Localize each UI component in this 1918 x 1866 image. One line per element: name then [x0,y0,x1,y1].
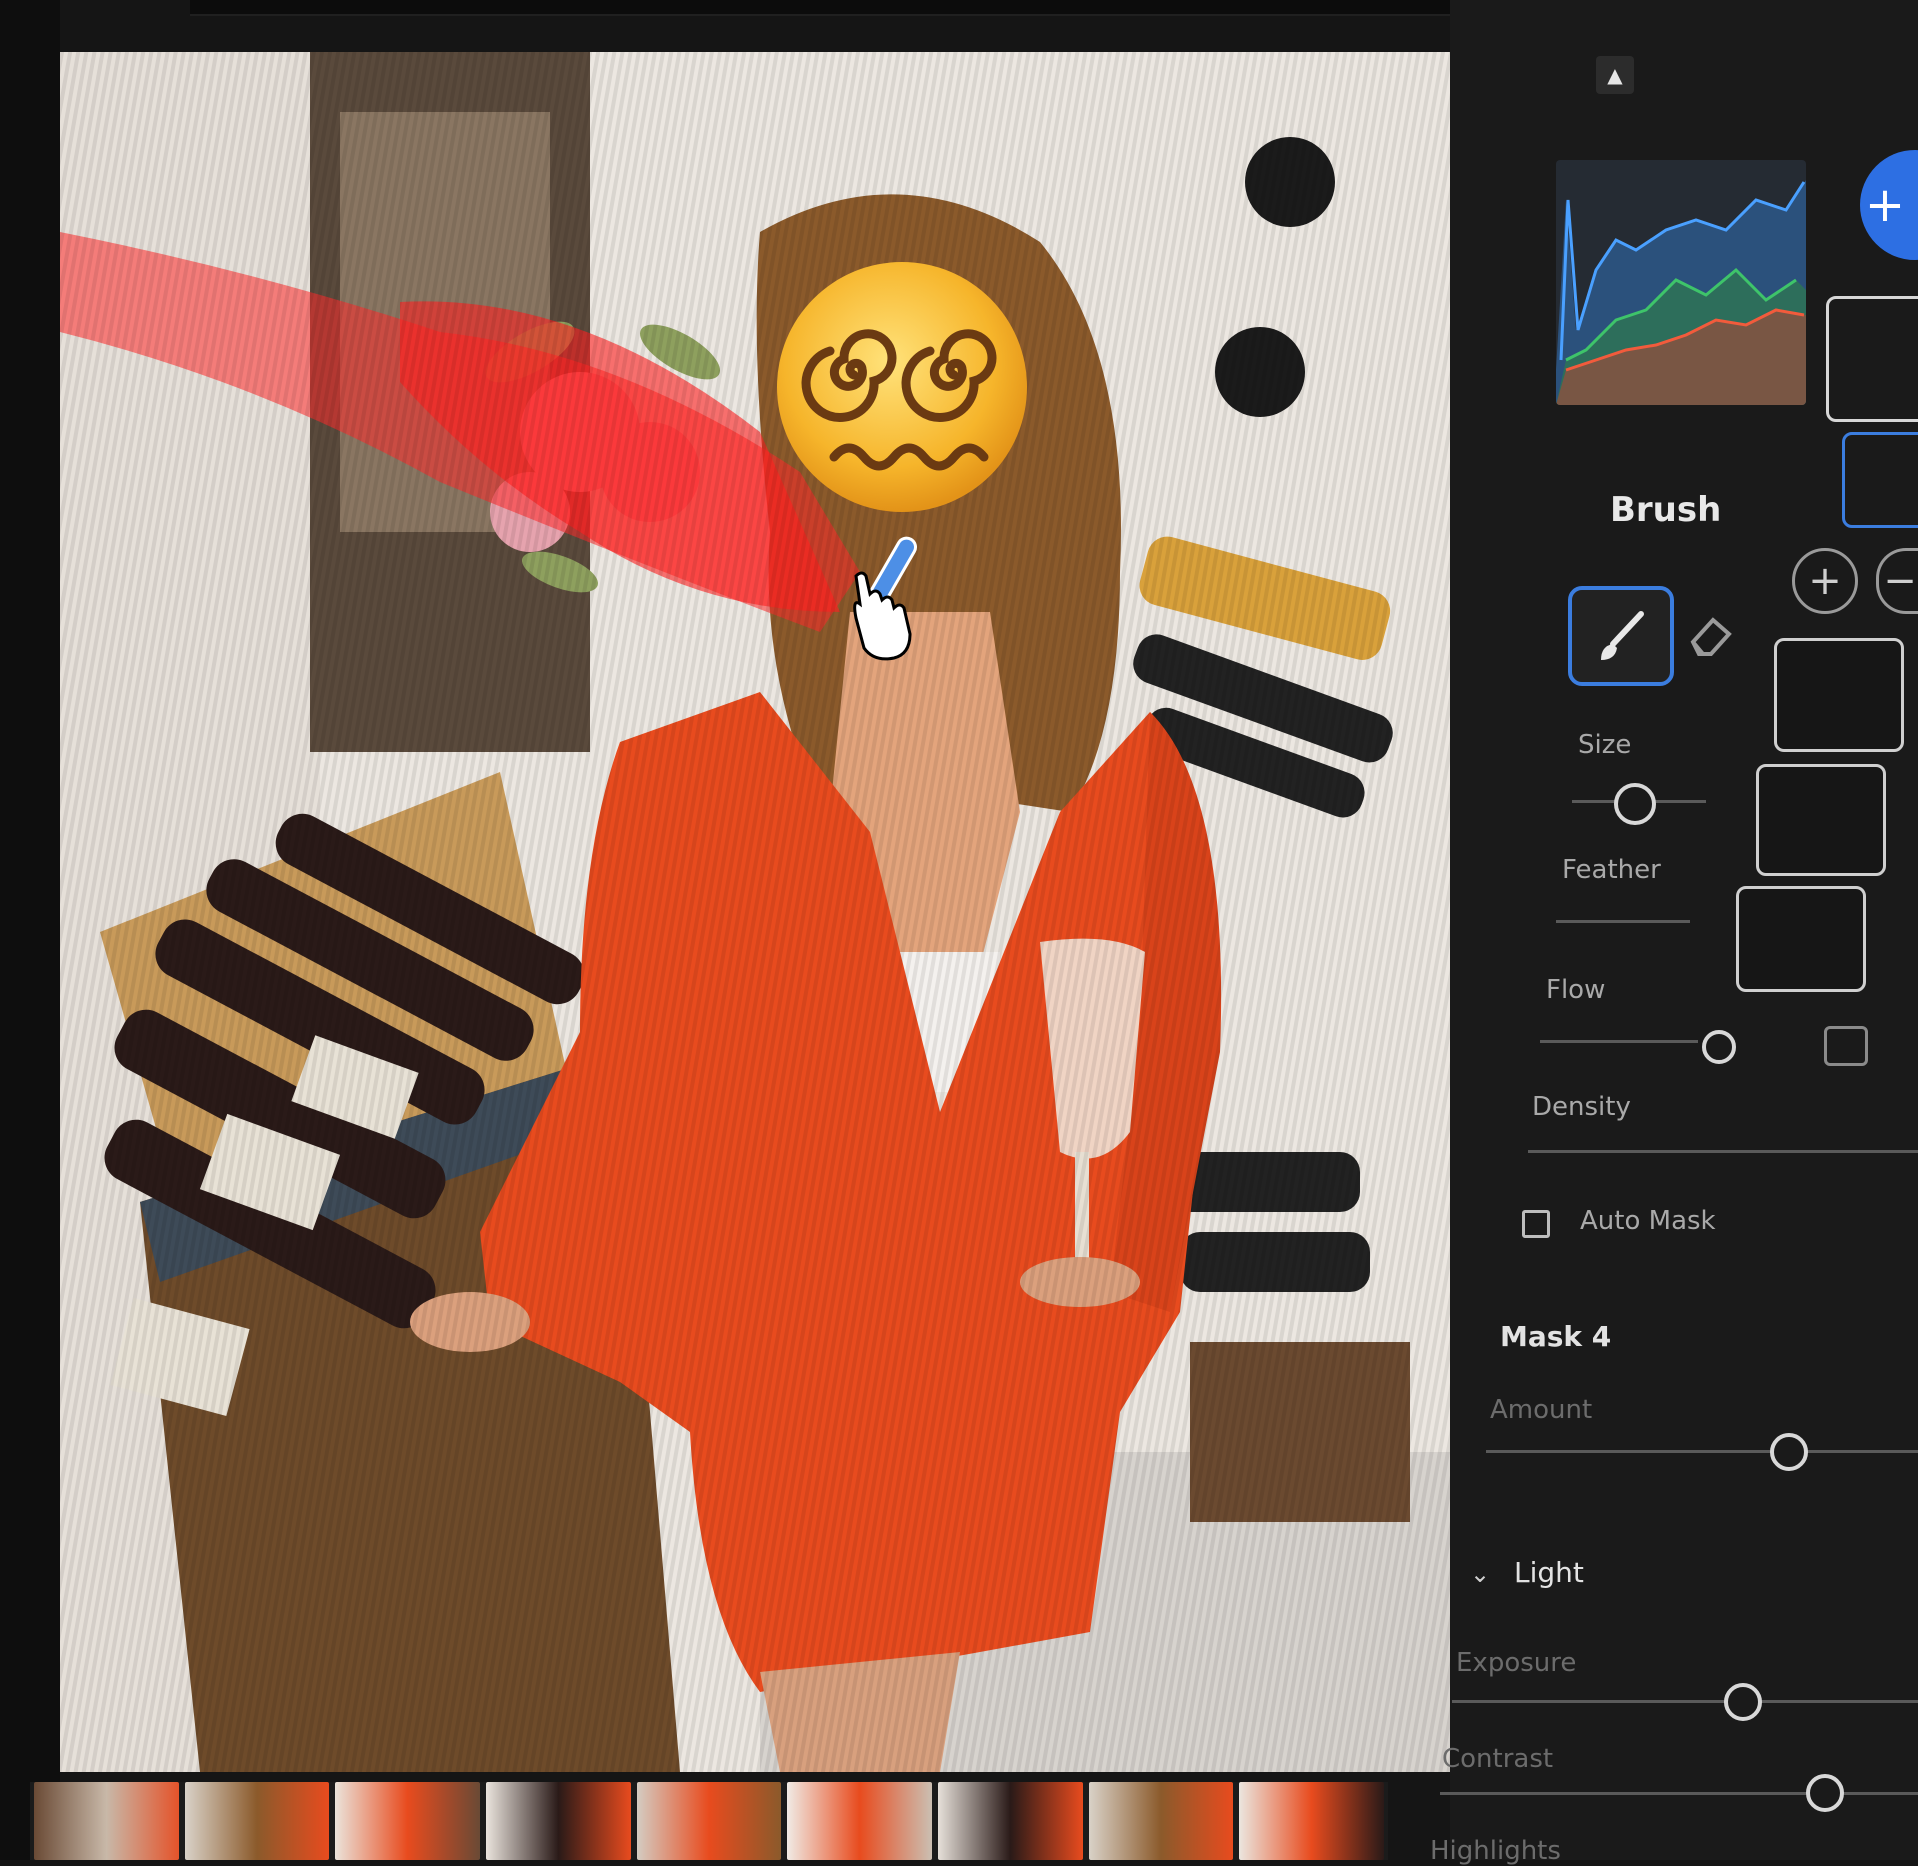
chevron-down-icon[interactable]: ⌄ [1470,1560,1490,1588]
amount-slider-knob[interactable] [1770,1433,1808,1471]
density-label: Density [1532,1092,1631,1122]
contrast-slider-knob[interactable] [1806,1774,1844,1812]
plus-icon: + [1808,558,1842,604]
feather-slider-track[interactable] [1556,920,1690,923]
filmstrip-thumb[interactable] [335,1782,481,1860]
mask-component-thumbnail[interactable] [1842,432,1918,528]
minus-icon: − [1883,558,1917,604]
brush-cursor-icon [830,534,940,664]
amount-label: Amount [1490,1395,1593,1425]
triangle-up-icon: ▲ [1607,63,1623,87]
dizzy-face-emoji-icon [772,257,1032,517]
filmstrip-thumb[interactable] [787,1782,933,1860]
exposure-label: Exposure [1456,1648,1577,1678]
eraser-icon [1690,617,1732,656]
filmstrip-thumb[interactable] [1088,1782,1234,1860]
mask-list-item[interactable] [1774,638,1904,752]
filmstrip-thumb[interactable] [1239,1782,1385,1860]
feather-label: Feather [1562,855,1661,885]
filmstrip[interactable] [30,1782,1388,1860]
filmstrip-thumb[interactable] [938,1782,1083,1860]
monitor-bezel [0,0,60,1860]
flow-label: Flow [1546,975,1606,1005]
mask-overlay-toggle-icon[interactable] [1824,1026,1868,1066]
eraser-tool-button[interactable] [1684,610,1736,660]
photo-canvas[interactable] [60,52,1450,1772]
tool-title: Brush [1610,490,1722,530]
brush-tool-button[interactable] [1568,586,1674,686]
top-toolbar [190,0,1570,16]
photo-preview[interactable] [60,52,1450,1772]
flow-slider-knob[interactable] [1702,1030,1736,1064]
contrast-label: Contrast [1442,1744,1554,1774]
mask-thumbnail[interactable] [1826,296,1918,422]
brush-icon [1601,611,1644,660]
auto-mask-checkbox[interactable] [1522,1210,1550,1238]
density-slider-track[interactable] [1528,1150,1918,1153]
collapse-panel-button[interactable]: ▲ [1596,56,1634,94]
auto-mask-label: Auto Mask [1580,1206,1716,1236]
mask-list-item[interactable] [1756,764,1886,876]
filmstrip-thumb[interactable] [486,1782,631,1860]
filmstrip-thumb[interactable] [34,1782,179,1860]
histogram [1556,160,1806,405]
photo-image [60,52,1450,1772]
plus-icon: + [1864,177,1906,233]
size-label: Size [1578,730,1632,760]
mask-list-item[interactable] [1736,886,1866,992]
exposure-slider-track[interactable] [1452,1700,1918,1703]
filmstrip-thumb[interactable] [184,1782,330,1860]
exposure-slider-knob[interactable] [1724,1683,1762,1721]
light-section-title[interactable]: Light [1514,1556,1584,1589]
add-to-mask-button[interactable]: + [1792,548,1858,614]
mask-title: Mask 4 [1500,1320,1612,1353]
filmstrip-thumb[interactable] [636,1782,782,1860]
contrast-slider-track[interactable] [1440,1792,1918,1795]
amount-slider-track[interactable] [1486,1450,1918,1453]
flow-slider-track[interactable] [1540,1040,1698,1043]
highlights-label: Highlights [1430,1836,1561,1866]
size-slider-knob[interactable] [1614,783,1656,825]
